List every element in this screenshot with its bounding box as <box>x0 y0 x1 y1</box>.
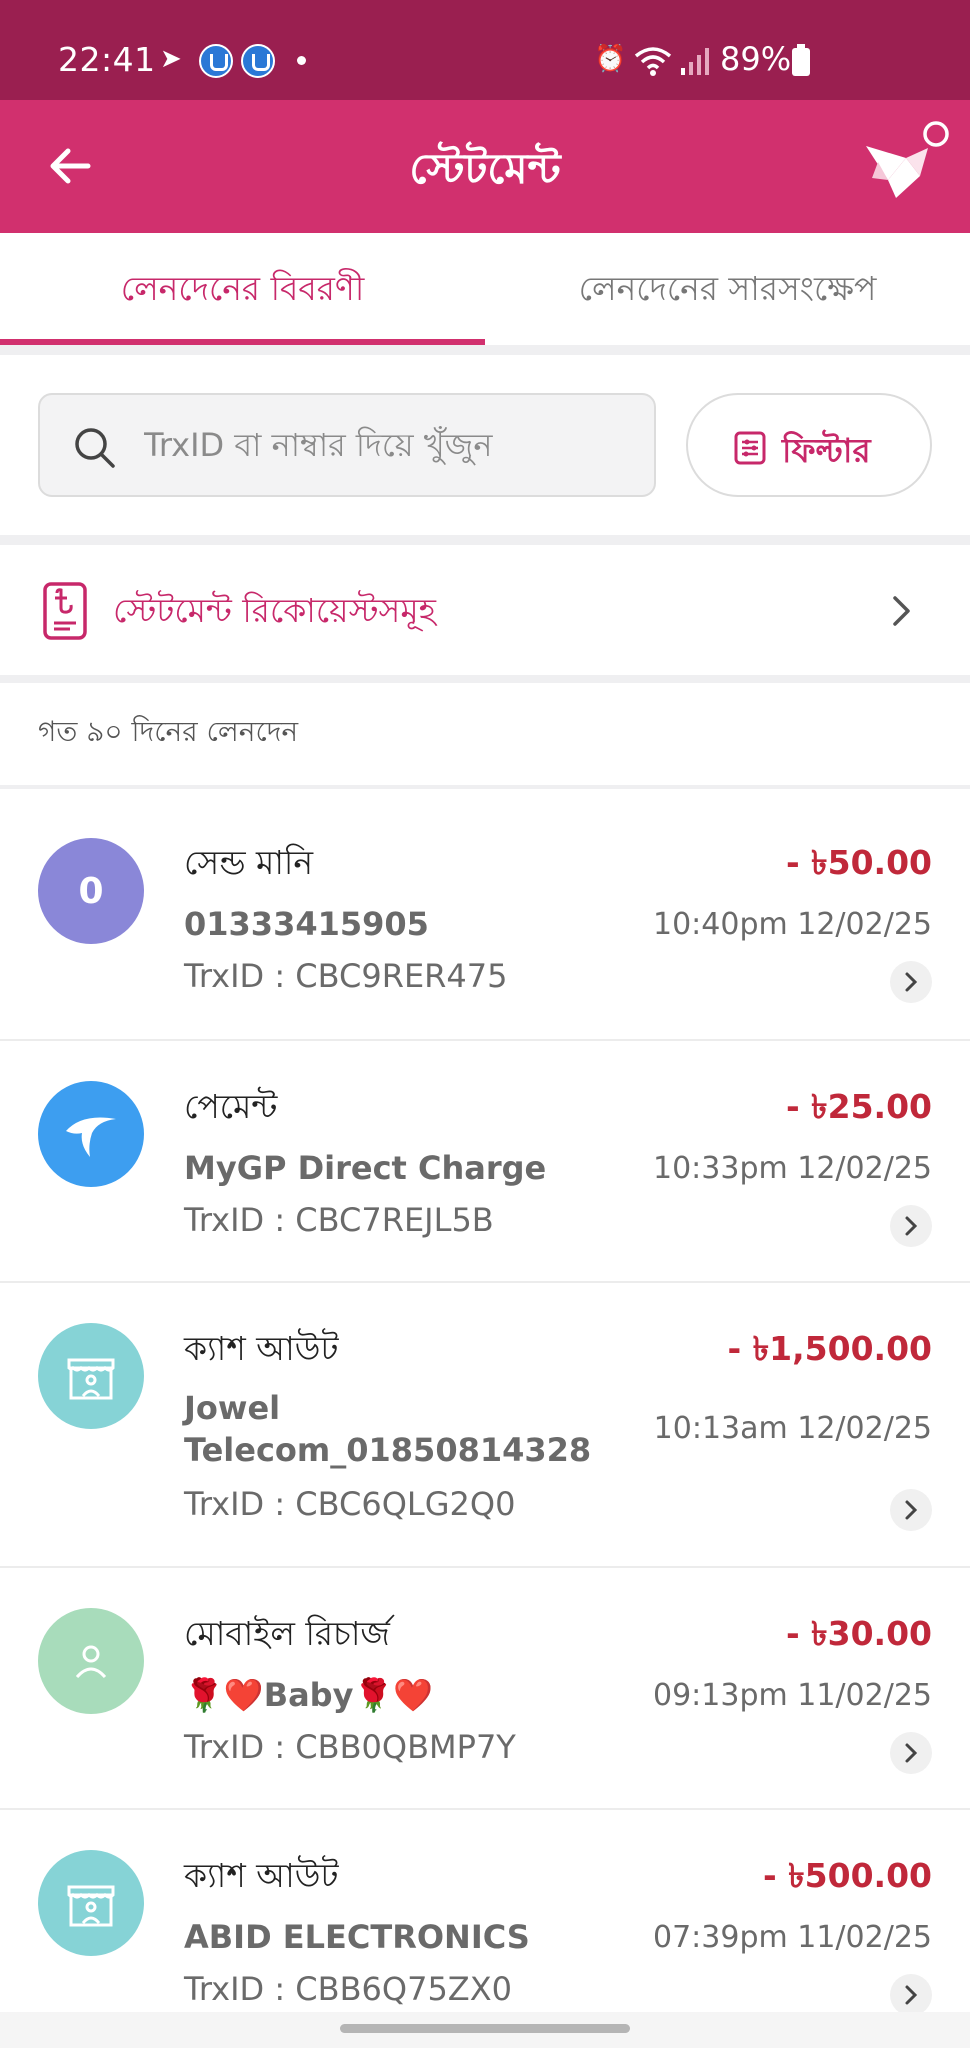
transaction-party: ABID ELECTRONICS <box>184 1918 530 1956</box>
period-label: গত ৯০ দিনের লেনদেন <box>38 715 299 748</box>
tab-bar: লেনদেনের বিবরণী লেনদেনের সারসংক্ষেপ <box>0 233 970 345</box>
transaction-datetime: 07:39pm 11/02/25 <box>653 1920 932 1955</box>
page-title: স্টেটমেন্ট <box>409 144 561 193</box>
transaction-amount: - ৳500.00 <box>763 1856 932 1895</box>
transaction-party: 01333415905 <box>184 905 429 943</box>
statement-requests-label: স্টেটমেন্ট রিকোয়েস্টসমূহ <box>113 591 436 630</box>
transaction-type: ক্যাশ আউট <box>184 1856 339 1895</box>
filter-button[interactable]: ফিল্টার <box>686 393 932 497</box>
transaction-id: TrxID : CBC7REJL5B <box>184 1201 494 1239</box>
chevron-right-icon[interactable] <box>890 1205 932 1247</box>
search-box[interactable] <box>38 393 656 497</box>
wifi-icon <box>634 47 672 76</box>
navigation-arrow-icon: ➤ <box>160 44 182 74</box>
filter-label: ফিল্টার <box>782 431 871 470</box>
chevron-right-icon[interactable] <box>890 1489 932 1531</box>
app-notification-icon <box>199 44 233 78</box>
gp-logo-icon <box>38 1081 144 1187</box>
transaction-type: সেন্ড মানি <box>184 843 314 882</box>
battery-percent: 89% <box>720 40 792 78</box>
divider <box>0 675 970 683</box>
transaction-type: পেমেন্ট <box>184 1087 278 1126</box>
transaction-row[interactable]: ক্যাশ আউট ABID ELECTRONICS TrxID : CBB6Q… <box>0 1810 970 2016</box>
person-icon <box>38 1608 144 1714</box>
store-icon <box>38 1850 144 1956</box>
transaction-party: MyGP Direct Charge <box>184 1149 547 1187</box>
chevron-right-icon[interactable] <box>890 961 932 1003</box>
transaction-datetime: 10:40pm 12/02/25 <box>653 907 932 942</box>
status-time: 22:41 <box>58 40 156 79</box>
app-header: স্টেটমেন্ট <box>0 100 970 233</box>
transaction-row[interactable]: মোবাইল রিচার্জ 🌹❤️Baby🌹❤️ TrxID : CBB0QB… <box>0 1568 970 1810</box>
tab-transaction-details[interactable]: লেনদেনের বিবরণী <box>0 263 485 319</box>
transaction-row[interactable]: ক্যাশ আউট Jowel Telecom_01850814328 TrxI… <box>0 1283 970 1568</box>
battery-icon <box>792 44 810 76</box>
transaction-datetime: 10:13am 12/02/25 <box>653 1411 932 1446</box>
statement-requests-row[interactable]: স্টেটমেন্ট রিকোয়েস্টসমূহ <box>0 545 970 675</box>
bkash-bird-logo-icon <box>866 121 949 198</box>
home-indicator[interactable] <box>340 2024 630 2033</box>
divider <box>0 345 970 355</box>
avatar: 0 <box>38 838 144 944</box>
transaction-row[interactable]: 0 সেন্ড মানি 01333415905 TrxID : CBC9RER… <box>0 789 970 1041</box>
alarm-icon: ⏰ <box>594 44 627 74</box>
search-icon <box>75 428 115 468</box>
transaction-id: TrxID : CBC9RER475 <box>184 957 508 995</box>
store-icon <box>38 1323 144 1429</box>
transaction-id: TrxID : CBB0QBMP7Y <box>184 1728 516 1766</box>
transaction-id: TrxID : CBC6QLG2Q0 <box>184 1485 516 1523</box>
signal-icon <box>681 48 709 75</box>
transaction-party: 🌹❤️Baby🌹❤️ <box>184 1676 434 1714</box>
tab-transaction-summary[interactable]: লেনদেনের সারসংক্ষেপ <box>485 263 970 319</box>
filter-icon <box>734 431 766 465</box>
chevron-right-icon[interactable] <box>890 1732 932 1774</box>
transaction-type: ক্যাশ আউট <box>184 1329 339 1368</box>
status-bar: 22:41 ➤ ⏰ 89% <box>0 0 970 100</box>
transaction-amount: - ৳30.00 <box>785 1614 932 1653</box>
transaction-id: TrxID : CBB6Q75ZX0 <box>184 1970 512 2008</box>
more-notifications-icon <box>297 56 306 65</box>
app-notification-icon <box>241 44 275 78</box>
document-taka-icon <box>43 582 87 640</box>
chevron-right-icon <box>893 596 910 626</box>
transaction-party: Jowel Telecom_01850814328 <box>184 1389 592 1469</box>
transaction-datetime: 10:33pm 12/02/25 <box>653 1151 932 1186</box>
transaction-amount: - ৳50.00 <box>785 843 932 882</box>
chevron-right-icon[interactable] <box>890 1974 932 2016</box>
avatar-initial: 0 <box>78 870 104 912</box>
search-input[interactable] <box>144 413 644 477</box>
divider <box>0 535 970 545</box>
transaction-datetime: 09:13pm 11/02/25 <box>653 1678 932 1713</box>
transaction-type: মোবাইল রিচার্জ <box>184 1614 390 1653</box>
transaction-row[interactable]: পেমেন্ট MyGP Direct Charge TrxID : CBC7R… <box>0 1041 970 1283</box>
transaction-amount: - ৳25.00 <box>785 1087 932 1126</box>
transaction-amount: - ৳1,500.00 <box>727 1329 932 1368</box>
